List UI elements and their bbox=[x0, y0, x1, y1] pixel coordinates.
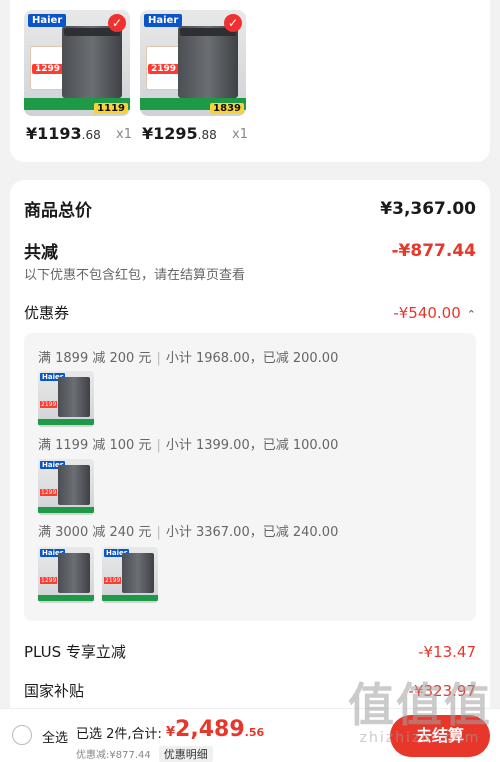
chevron-up-icon[interactable]: ⌃ bbox=[467, 308, 476, 321]
washer-image bbox=[178, 26, 238, 98]
coupon-product-thumb[interactable]: Haier 1299 bbox=[38, 547, 94, 603]
plus-row: PLUS 专享立减 -¥13.47 bbox=[24, 641, 476, 662]
checkout-button[interactable]: 去结算 bbox=[390, 715, 490, 757]
product-item[interactable]: Haier 1299 1119 ✓ ¥1193.68 x1 bbox=[24, 10, 132, 143]
thumb-price-tag: 2199 bbox=[40, 401, 58, 408]
discount-label: 共减 bbox=[24, 243, 58, 263]
subsidy-row: 国家补贴 -¥323.97 bbox=[24, 680, 476, 701]
product-price: ¥1295.88 bbox=[142, 124, 217, 143]
select-all-label[interactable]: 全选 bbox=[42, 727, 68, 746]
selected-check-icon[interactable]: ✓ bbox=[224, 14, 242, 32]
grand-total: ¥2,489.56 bbox=[166, 717, 264, 742]
divider: | bbox=[156, 525, 161, 540]
discount-note: 以下优惠不包含红包，请在结算页查看 bbox=[24, 268, 246, 283]
product-item[interactable]: Haier 2199 1839 ✓ ¥1295.88 x1 bbox=[140, 10, 248, 143]
coupon-row[interactable]: 优惠券 -¥540.00 ⌃ bbox=[24, 302, 476, 323]
total-row: 商品总价 ¥3,367.00 bbox=[24, 196, 476, 222]
coupon-product-thumb[interactable]: Haier 2199 bbox=[102, 547, 158, 603]
product-card: Haier 1299 1119 ✓ ¥1193.68 x1 Haier 2199… bbox=[10, 0, 490, 162]
divider: | bbox=[156, 438, 161, 453]
total-value: ¥3,367.00 bbox=[380, 198, 476, 219]
thumb-price-tag: 2199 bbox=[148, 64, 180, 74]
price-decimal: .68 bbox=[81, 128, 101, 142]
thumb-price-tag: 1299 bbox=[32, 64, 64, 74]
washer-image bbox=[58, 553, 90, 593]
discount-row: 共减 -¥877.44 bbox=[24, 238, 477, 264]
select-all-radio[interactable] bbox=[12, 725, 32, 745]
divider: | bbox=[156, 351, 161, 366]
thumb-price-bar: 1839 bbox=[210, 103, 244, 114]
subsidy-band bbox=[102, 595, 158, 601]
coupon-group-title: 满 1199 减 100 元 | 小计 1399.00，已减 100.00 bbox=[38, 434, 338, 453]
coupon-detail-box: 满 1899 减 200 元 | 小计 1968.00，已减 200.00 Haie… bbox=[24, 333, 476, 621]
total-decimal: .56 bbox=[244, 726, 265, 739]
discount-sub: 优惠减:¥877.44 bbox=[76, 750, 151, 761]
price-main: ¥1295 bbox=[142, 124, 198, 143]
subsidy-value: -¥323.97 bbox=[408, 681, 476, 700]
discount-detail-button[interactable]: 优惠明细 bbox=[158, 746, 213, 762]
product-thumbnail[interactable]: Haier 1299 1119 ✓ bbox=[24, 10, 130, 116]
subsidy-band bbox=[38, 419, 94, 425]
plus-value: -¥13.47 bbox=[418, 642, 476, 661]
washer-image bbox=[122, 553, 154, 593]
price-summary-card: 商品总价 ¥3,367.00 共减 -¥877.44 以下优惠不包含红包，请在结… bbox=[10, 180, 490, 740]
washer-image bbox=[58, 465, 90, 505]
coupon-product-thumb[interactable]: Haier 2199 bbox=[38, 371, 94, 427]
price-main: ¥1193 bbox=[26, 124, 82, 143]
thumb-price-tag: 2199 bbox=[104, 577, 122, 584]
washer-image bbox=[58, 377, 90, 417]
product-qty: x1 bbox=[232, 127, 248, 142]
washer-image bbox=[62, 26, 122, 98]
coupon-group-title: 满 1899 减 200 元 | 小计 1968.00，已减 200.00 bbox=[38, 347, 338, 366]
selected-count: 已选 2件,合计: bbox=[76, 727, 162, 742]
coupon-rule: 满 3000 减 240 元 bbox=[38, 525, 152, 540]
coupon-detail: 小计 1968.00，已减 200.00 bbox=[165, 351, 339, 366]
coupon-rule: 满 1199 减 100 元 bbox=[38, 438, 152, 453]
product-thumbnail[interactable]: Haier 2199 1839 ✓ bbox=[140, 10, 246, 116]
total-main: 2,489 bbox=[175, 717, 245, 742]
coupon-value-wrap[interactable]: -¥540.00 ⌃ bbox=[393, 303, 476, 322]
thumb-price-tag: 1299 bbox=[40, 577, 58, 584]
coupon-detail: 小计 1399.00，已减 100.00 bbox=[165, 438, 339, 453]
product-price: ¥1193.68 bbox=[26, 124, 101, 143]
coupon-value: -¥540.00 bbox=[393, 304, 461, 322]
coupon-product-thumb[interactable]: Haier 1299 bbox=[38, 459, 94, 515]
discount-value: -¥877.44 bbox=[391, 240, 477, 261]
product-qty: x1 bbox=[116, 127, 132, 142]
checkout-bar: 全选 已选 2件,合计: ¥2,489.56 优惠减:¥877.44 优惠明细 去… bbox=[0, 708, 500, 762]
brand-logo: Haier bbox=[28, 14, 67, 27]
currency-symbol: ¥ bbox=[166, 725, 176, 740]
coupon-rule: 满 1899 减 200 元 bbox=[38, 351, 152, 366]
coupon-group-title: 满 3000 减 240 元 | 小计 3367.00，已减 240.00 bbox=[38, 521, 338, 540]
price-decimal: .88 bbox=[197, 128, 217, 142]
discount-summary: 优惠减:¥877.44 优惠明细 bbox=[76, 746, 213, 762]
coupon-detail: 小计 3367.00，已减 240.00 bbox=[165, 525, 339, 540]
subsidy-band bbox=[38, 595, 94, 601]
brand-logo: Haier bbox=[144, 14, 183, 27]
subsidy-band bbox=[38, 507, 94, 513]
selected-check-icon[interactable]: ✓ bbox=[108, 14, 126, 32]
coupon-label: 优惠券 bbox=[24, 304, 70, 322]
thumb-price-tag: 1299 bbox=[40, 489, 58, 496]
plus-label: PLUS 专享立减 bbox=[24, 643, 126, 661]
subsidy-label: 国家补贴 bbox=[24, 682, 85, 700]
thumb-price-bar: 1119 bbox=[94, 103, 128, 114]
total-label: 商品总价 bbox=[24, 201, 92, 221]
